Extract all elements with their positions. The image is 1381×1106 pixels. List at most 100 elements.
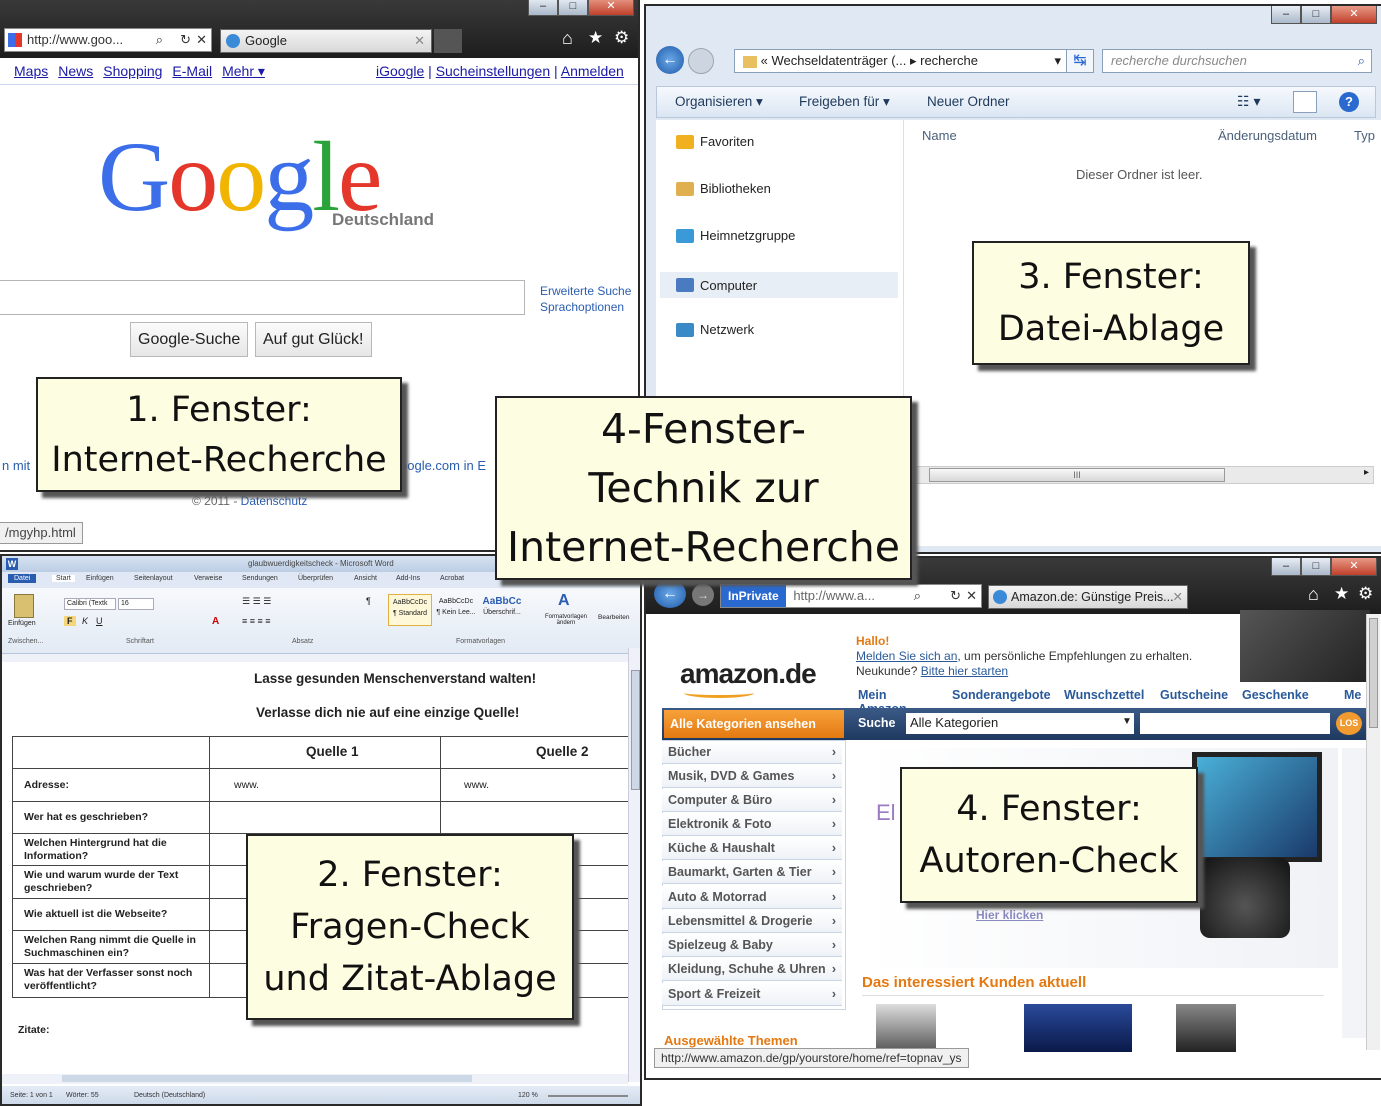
row-value-2[interactable]: www. — [464, 779, 489, 791]
column-name[interactable]: Name — [922, 128, 957, 143]
page-count[interactable]: Seite: 1 von 1 — [10, 1092, 53, 1099]
tab-amazon[interactable]: Amazon.de: Günstige Preis... ✕ — [988, 585, 1188, 609]
maximize-button[interactable]: □ — [558, 0, 588, 16]
forward-button[interactable] — [688, 48, 714, 74]
preview-pane-icon[interactable] — [1293, 91, 1317, 113]
home-icon[interactable]: ⌂ — [1308, 584, 1319, 605]
change-styles-button[interactable]: Formatvorlagen ändern — [540, 614, 592, 626]
language[interactable]: Deutsch (Deutschland) — [134, 1092, 205, 1099]
search-icon[interactable]: ⌕ — [914, 585, 921, 607]
category-item[interactable]: Bücher › — [662, 741, 842, 764]
paragraph-icon[interactable]: ¶ — [366, 596, 371, 606]
nav-libraries[interactable]: Bibliotheken — [676, 181, 771, 196]
link-settings[interactable]: Sucheinstellungen — [436, 63, 550, 79]
word-count[interactable]: Wörter: 55 — [66, 1092, 99, 1099]
bullet-list-icon[interactable]: ☰ ☰ ☰ — [242, 596, 271, 607]
link-privacy[interactable]: Datenschutz — [241, 494, 308, 508]
link-click-here[interactable]: Hier klicken — [976, 908, 1043, 922]
refresh-icon[interactable]: ↻ — [950, 585, 961, 607]
nav-gifts[interactable]: Geschenke — [1242, 688, 1309, 702]
amazon-search-input[interactable] — [1140, 713, 1330, 734]
horizontal-scrollbar[interactable] — [2, 1074, 628, 1084]
change-styles-icon[interactable]: A — [558, 592, 570, 610]
view-icon[interactable]: ☷ ▾ — [1237, 93, 1260, 110]
link-language-options[interactable]: Sprachoptionen — [540, 300, 624, 314]
help-icon[interactable]: ? — [1339, 92, 1359, 112]
close-button[interactable]: ✕ — [1331, 6, 1377, 24]
refresh-icon[interactable]: ↻ — [180, 29, 191, 51]
column-date[interactable]: Änderungsdatum — [1218, 128, 1317, 143]
link-shopping[interactable]: Shopping — [103, 63, 162, 80]
paste-label[interactable]: Einfügen — [8, 620, 36, 627]
back-button[interactable]: ← — [654, 580, 686, 608]
tab-review[interactable]: Überprüfen — [298, 575, 333, 582]
scroll-right-icon[interactable]: ▸ — [1364, 467, 1369, 478]
nav-vouchers[interactable]: Gutscheine — [1160, 688, 1228, 702]
minimize-button[interactable]: – — [528, 0, 558, 16]
minimize-button[interactable]: – — [1271, 558, 1301, 576]
nav-deals[interactable]: Sonderangebote — [952, 688, 1051, 702]
category-item[interactable]: Kleidung, Schuhe & Uhren › — [662, 958, 842, 981]
all-categories-button[interactable]: Alle Kategorien ansehen — [664, 710, 844, 738]
nav-wishlist[interactable]: Wunschzettel — [1064, 688, 1144, 702]
close-tab-icon[interactable]: ✕ — [414, 30, 425, 52]
paste-icon[interactable] — [14, 594, 34, 618]
scroll-thumb[interactable] — [631, 670, 640, 790]
scroll-thumb[interactable] — [1369, 618, 1378, 728]
nav-computer[interactable]: Computer — [660, 272, 898, 298]
favorites-icon[interactable]: ★ — [588, 28, 603, 48]
gear-icon[interactable]: ⚙ — [1358, 584, 1373, 604]
address-bar[interactable]: InPrivate http://www.a... ⌕ ↻ ✕ — [720, 584, 982, 608]
category-item[interactable]: Spielzeug & Baby › — [662, 934, 842, 957]
tab-start[interactable]: Start — [52, 575, 75, 582]
tab-google[interactable]: Google ✕ — [220, 29, 432, 53]
product-thumb[interactable] — [1176, 1004, 1236, 1052]
style-heading[interactable]: AaBbCc Überschrif... — [480, 594, 524, 626]
category-item[interactable]: Computer & Büro › — [662, 789, 842, 812]
tab-insert[interactable]: Einfügen — [86, 575, 114, 582]
stop-icon[interactable]: ✕ — [196, 29, 207, 51]
go-button[interactable]: LOS — [1336, 712, 1362, 735]
category-select[interactable]: Alle Kategorien — [906, 713, 1134, 734]
category-item[interactable]: Musik, DVD & Games › — [662, 765, 842, 788]
nav-favorites[interactable]: Favoriten — [676, 134, 754, 149]
close-button[interactable]: ✕ — [588, 0, 634, 16]
bold-button[interactable]: F — [64, 616, 76, 626]
link-signin[interactable]: Melden Sie sich an — [856, 649, 957, 663]
address-bar[interactable]: http://www.goo... ⌕ ↻ ✕ — [4, 28, 212, 52]
tab-references[interactable]: Verweise — [194, 575, 222, 582]
nav-more[interactable]: Me — [1344, 688, 1361, 702]
maximize-button[interactable]: □ — [1301, 558, 1331, 576]
search-icon[interactable]: ⌕ — [156, 29, 163, 51]
underline-button[interactable]: U — [96, 616, 103, 626]
close-tab-icon[interactable]: ✕ — [1173, 586, 1183, 608]
minimize-button[interactable]: – — [1271, 6, 1301, 24]
link-start[interactable]: Bitte hier starten — [921, 664, 1008, 678]
search-field[interactable]: recherche durchsuchen ⌕ — [1102, 49, 1372, 73]
google-search-button[interactable]: Google-Suche — [130, 322, 249, 357]
tab-mailings[interactable]: Sendungen — [242, 575, 278, 582]
font-color-icon[interactable]: A — [212, 616, 219, 627]
font-size-field[interactable]: 16 — [118, 598, 154, 610]
breadcrumb-folder[interactable]: recherche — [920, 53, 978, 68]
share-menu[interactable]: Freigeben für ▾ — [799, 94, 890, 110]
tab-addins[interactable]: Add-Ins — [396, 575, 420, 582]
align-icon[interactable]: ≡ ≡ ≡ ≡ — [242, 616, 271, 626]
maximize-button[interactable]: □ — [1301, 6, 1331, 24]
search-input[interactable] — [0, 280, 525, 315]
style-standard[interactable]: AaBbCcDc ¶ Standard — [388, 594, 432, 626]
product-thumb[interactable] — [876, 1004, 936, 1052]
new-folder-button[interactable]: Neuer Ordner — [927, 94, 1010, 109]
nav-network[interactable]: Netzwerk — [676, 322, 754, 337]
category-item[interactable]: Baumarkt, Garten & Tier › — [662, 861, 842, 884]
back-button[interactable]: ← — [656, 46, 684, 74]
tab-acrobat[interactable]: Acrobat — [440, 575, 464, 582]
italic-button[interactable]: K — [82, 616, 88, 626]
category-item[interactable]: Lebensmittel & Drogerie › — [662, 910, 842, 933]
vertical-scrollbar[interactable] — [1366, 614, 1380, 1050]
organize-menu[interactable]: Organisieren ▾ — [675, 94, 763, 110]
product-thumb[interactable] — [1024, 1004, 1132, 1052]
row-value-1[interactable]: www. — [234, 779, 259, 791]
column-type[interactable]: Typ — [1354, 128, 1375, 143]
category-item[interactable]: Sport & Freizeit › — [662, 983, 842, 1006]
